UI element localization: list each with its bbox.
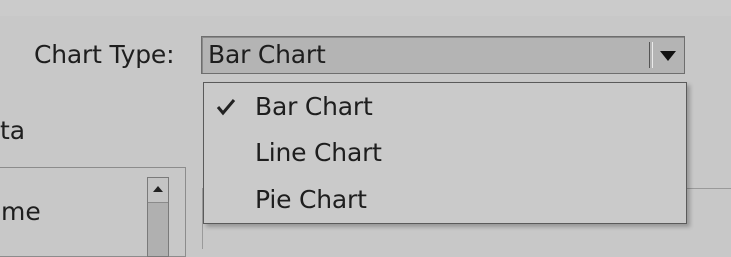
menu-item-line-chart[interactable]: Line Chart [204, 132, 686, 174]
dropdown-separator [649, 42, 650, 68]
chart-type-dropdown[interactable]: Bar Chart [201, 36, 685, 74]
data-list-panel: me [0, 167, 186, 257]
menu-item-label: Line Chart [255, 138, 382, 167]
data-tab-label[interactable]: ta [0, 116, 25, 146]
scroll-up-arrow-icon[interactable] [148, 178, 168, 203]
check-icon [216, 97, 236, 117]
chevron-down-icon[interactable] [655, 39, 681, 71]
vertical-scrollbar[interactable] [147, 177, 169, 257]
name-column-header: me [1, 197, 41, 226]
chart-type-label: Chart Type: [34, 40, 175, 69]
menu-item-pie-chart[interactable]: Pie Chart [204, 179, 686, 221]
menu-item-label: Bar Chart [255, 92, 373, 121]
chart-type-selected-value: Bar Chart [208, 40, 326, 69]
top-strip [0, 0, 731, 16]
chart-type-menu: Bar Chart Line Chart Pie Chart [203, 82, 687, 224]
menu-item-label: Pie Chart [255, 185, 367, 214]
menu-item-bar-chart[interactable]: Bar Chart [204, 86, 686, 128]
dropdown-separator-highlight [652, 42, 653, 68]
